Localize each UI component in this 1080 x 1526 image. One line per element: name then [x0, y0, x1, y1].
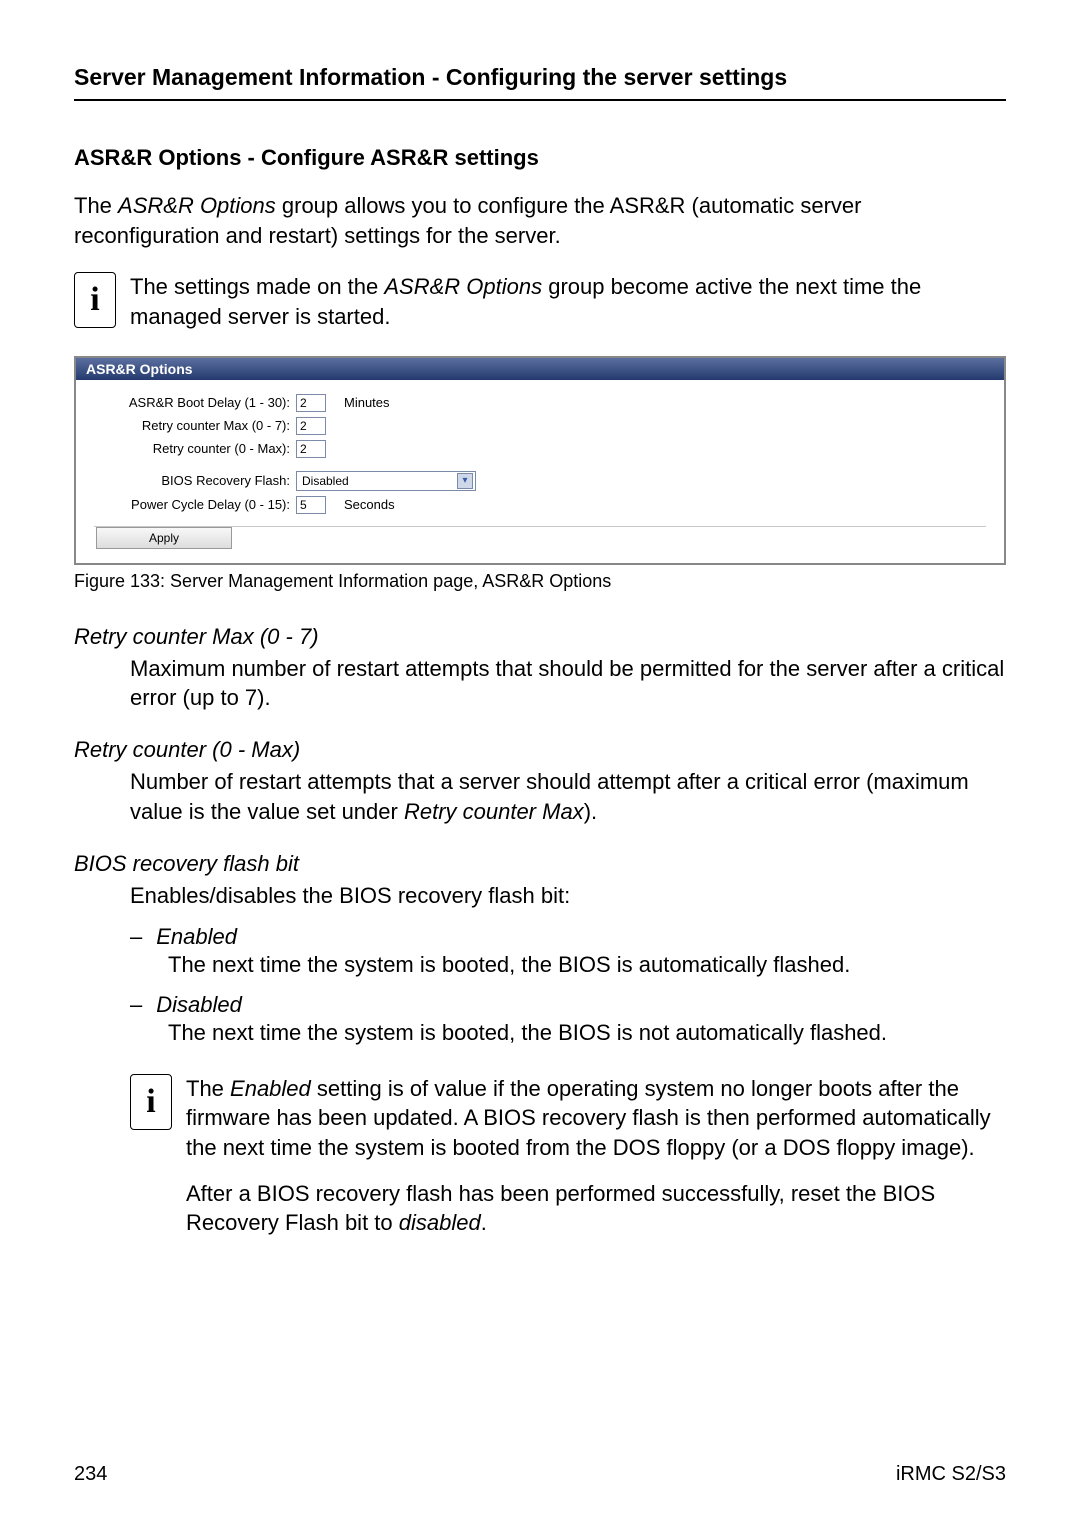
- bios-subnote: i The Enabled setting is of value if the…: [130, 1074, 1006, 1254]
- note1-italic: ASR&R Options: [384, 274, 542, 299]
- header-rule: [74, 99, 1006, 101]
- row-bios-flash: BIOS Recovery Flash: Disabled ▾: [94, 471, 986, 491]
- subnote2-post: .: [481, 1210, 487, 1235]
- subnote-pre: The: [186, 1076, 230, 1101]
- chevron-down-icon: ▾: [457, 473, 473, 489]
- figure-caption: Figure 133: Server Management Informatio…: [74, 571, 1006, 592]
- apply-button[interactable]: Apply: [96, 527, 232, 549]
- def-retry-max: Maximum number of restart attempts that …: [130, 654, 1006, 713]
- subnote2-pre: After a BIOS recovery flash has been per…: [186, 1181, 935, 1236]
- note1-pre: The settings made on the: [130, 274, 384, 299]
- term-bios: BIOS recovery flash bit: [74, 851, 1006, 877]
- boot-delay-label: ASR&R Boot Delay (1 - 30):: [94, 395, 296, 410]
- info-icon: i: [130, 1074, 172, 1130]
- bios-flash-select[interactable]: Disabled ▾: [296, 471, 476, 491]
- page-footer: 234 iRMC S2/S3: [74, 1463, 1006, 1486]
- power-delay-label: Power Cycle Delay (0 - 15):: [94, 497, 296, 512]
- note-text: The settings made on the ASR&R Options g…: [130, 272, 1006, 331]
- enabled-text: The next time the system is booted, the …: [168, 950, 1006, 980]
- power-delay-unit: Seconds: [344, 497, 395, 512]
- bios-flash-value: Disabled: [302, 474, 349, 488]
- def-bios: Enables/disables the BIOS recovery flash…: [130, 881, 1006, 911]
- subitem-disabled: – Disabled The next time the system is b…: [130, 992, 1006, 1048]
- info-icon-glyph: i: [90, 283, 99, 317]
- footer-right: iRMC S2/S3: [896, 1463, 1006, 1486]
- disabled-text: The next time the system is booted, the …: [168, 1018, 1006, 1048]
- figure-body: ASR&R Boot Delay (1 - 30): 2 Minutes Ret…: [76, 380, 1004, 563]
- page-header: Server Management Information - Configur…: [74, 64, 1006, 91]
- row-boot-delay: ASR&R Boot Delay (1 - 30): 2 Minutes: [94, 394, 986, 412]
- subitem-enabled: – Enabled The next time the system is bo…: [130, 924, 1006, 980]
- row-retry: Retry counter (0 - Max): 2: [94, 440, 986, 458]
- def-retry-post: ).: [584, 799, 597, 824]
- def-retry: Number of restart attempts that a server…: [130, 767, 1006, 826]
- section-title: ASR&R Options - Configure ASR&R settings: [74, 145, 1006, 171]
- enabled-label: Enabled: [156, 924, 237, 950]
- dash-icon: –: [130, 924, 142, 950]
- subnote2-italic: disabled: [399, 1210, 481, 1235]
- row-retry-max: Retry counter Max (0 - 7): 2: [94, 417, 986, 435]
- disabled-label: Disabled: [156, 992, 242, 1018]
- bios-sublist: – Enabled The next time the system is bo…: [130, 924, 1006, 1059]
- intro-lead: The: [74, 193, 118, 218]
- boot-delay-input[interactable]: 2: [296, 394, 326, 412]
- retry-label: Retry counter (0 - Max):: [94, 441, 296, 456]
- retry-max-input[interactable]: 2: [296, 417, 326, 435]
- info-icon: i: [74, 272, 116, 328]
- row-power-delay: Power Cycle Delay (0 - 15): 5 Seconds: [94, 496, 986, 514]
- term-retry-max: Retry counter Max (0 - 7): [74, 624, 1006, 650]
- info-icon-glyph: i: [146, 1085, 155, 1119]
- dash-icon: –: [130, 992, 142, 1018]
- boot-delay-unit: Minutes: [344, 395, 390, 410]
- bios-flash-label: BIOS Recovery Flash:: [94, 473, 296, 488]
- note-block: i The settings made on the ASR&R Options…: [74, 272, 1006, 331]
- retry-input[interactable]: 2: [296, 440, 326, 458]
- term-retry: Retry counter (0 - Max): [74, 737, 1006, 763]
- retry-max-label: Retry counter Max (0 - 7):: [94, 418, 296, 433]
- figure-panel: ASR&R Options ASR&R Boot Delay (1 - 30):…: [74, 356, 1006, 565]
- figure-titlebar: ASR&R Options: [76, 358, 1004, 380]
- subnote-text: The Enabled setting is of value if the o…: [186, 1074, 1006, 1254]
- intro-paragraph: The ASR&R Options group allows you to co…: [74, 191, 1006, 250]
- page-number: 234: [74, 1463, 107, 1486]
- intro-italic: ASR&R Options: [118, 193, 276, 218]
- def-retry-italic: Retry counter Max: [404, 799, 584, 824]
- subnote-italic1: Enabled: [230, 1076, 311, 1101]
- power-delay-input[interactable]: 5: [296, 496, 326, 514]
